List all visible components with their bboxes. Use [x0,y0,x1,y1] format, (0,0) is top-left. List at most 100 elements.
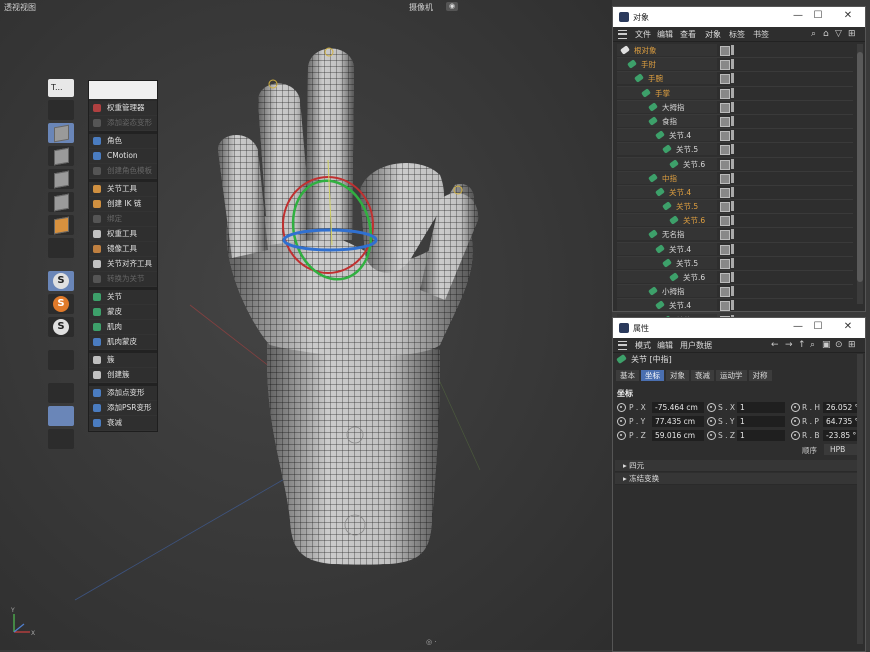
snap-settings-icon[interactable]: S [48,317,74,337]
close-icon[interactable]: ✕ [839,321,857,332]
render-visibility-toggle[interactable] [731,115,734,126]
menu-file[interactable]: 文件 [635,29,651,40]
object-tree-row[interactable]: 关节.6 [617,271,853,286]
menu-item[interactable]: 添加PSR变形 [89,401,157,416]
object-name[interactable]: 关节.5 [676,258,698,269]
object-tree-scrollbar[interactable] [857,44,863,304]
viewport-footer-icon[interactable]: ◎ · [426,638,437,646]
render-visibility-toggle[interactable] [731,144,734,155]
minimize-icon[interactable]: — [789,10,807,21]
scale-field[interactable]: 1 [737,430,785,441]
object-name[interactable]: 食指 [662,116,677,127]
menu-item[interactable]: 关节 [89,290,157,305]
attribute-manager-titlebar[interactable]: 属性 — ☐ ✕ [613,318,865,338]
position-field[interactable]: 77.435 cm [652,416,704,427]
close-icon[interactable]: ✕ [839,10,857,21]
render-visibility-toggle[interactable] [731,101,734,112]
grid-mode-icon[interactable] [48,429,74,449]
lock-icon[interactable]: ▣ [822,340,831,350]
render-visibility-toggle[interactable] [731,73,734,84]
cube-points-icon[interactable] [48,192,74,212]
forward-arrow-icon[interactable]: → [785,340,793,350]
menu-item[interactable]: 关节对齐工具 [89,257,157,272]
rotation-order-select[interactable]: HPB [824,444,858,455]
visibility-checkbox[interactable] [720,287,730,298]
render-visibility-toggle[interactable] [731,272,734,282]
object-name[interactable]: 关节.4 [669,300,691,311]
menu-item[interactable]: 关节工具 [89,182,157,197]
visibility-checkbox[interactable] [720,273,730,283]
object-tree-row[interactable]: 关节.4 [617,185,853,201]
render-visibility-toggle[interactable] [731,300,734,311]
object-name[interactable]: 关节.6 [683,159,705,170]
render-visibility-toggle[interactable] [731,158,734,169]
object-name[interactable]: 手掌 [655,88,670,99]
object-tree-row[interactable]: 关节.6 [617,157,853,172]
rotation-keyframe-icon[interactable] [791,431,800,440]
object-name[interactable]: 关节.5 [676,201,698,212]
scale-keyframe-icon[interactable] [707,403,716,412]
menu-view[interactable]: 查看 [680,29,696,40]
object-name[interactable]: 手腕 [648,73,663,84]
object-tree-row[interactable]: 关节.5 [617,256,853,271]
menu-bookmarks[interactable]: 书签 [753,29,769,40]
visibility-checkbox[interactable] [720,131,730,142]
object-name[interactable]: 小拇指 [662,286,685,297]
menu-tags[interactable]: 标签 [729,29,745,40]
object-tree-row[interactable]: 中指 [617,171,853,186]
home-icon[interactable]: ⌂ [823,29,829,39]
object-tree-row[interactable]: 手腕 [617,72,853,87]
tab-2[interactable]: 对象 [666,370,689,381]
menu-item[interactable]: 权重管理器 [89,101,157,116]
menu-item[interactable]: 绑定 [89,212,157,227]
menu-object[interactable]: 对象 [705,29,721,40]
position-keyframe-icon[interactable] [617,403,626,412]
visibility-checkbox[interactable] [720,202,730,213]
object-tree-row[interactable]: 关节.4 [617,299,853,314]
object-tree-row[interactable]: 关节.4 [617,129,853,144]
object-tree[interactable]: 根对象 手肘 手腕 手掌 大拇指 食指 关节.4 关节.5 关节.6 中指 关节.4 关节.5 关节.6… [617,44,853,328]
tab-3[interactable]: 衰减 [691,370,714,381]
menu-item[interactable]: 蒙皮 [89,305,157,320]
object-tree-row[interactable]: 手肘 [617,58,853,73]
render-visibility-toggle[interactable] [731,257,734,268]
object-tree-row[interactable]: 大拇指 [617,100,853,115]
search-icon[interactable]: ⌕ [810,340,815,350]
menu-search-field[interactable] [89,81,157,99]
orange-cube-icon[interactable] [48,215,74,235]
render-visibility-toggle[interactable] [731,243,734,254]
menu-item[interactable]: 角色 [89,134,157,149]
render-visibility-toggle[interactable] [731,130,734,141]
visibility-checkbox[interactable] [720,159,730,170]
visibility-checkbox[interactable] [720,187,730,198]
menu-item[interactable]: 创建簇 [89,368,157,383]
render-visibility-toggle[interactable] [731,59,734,70]
menu-item[interactable]: 创建角色模板 [89,164,157,179]
menu-item[interactable]: 衰减 [89,416,157,431]
filter-icon[interactable]: ▽ [835,29,842,39]
object-tree-row[interactable]: 关节.5 [617,200,853,215]
object-manager-titlebar[interactable]: 对象 — ☐ ✕ [613,7,865,27]
menu-edit[interactable]: 编辑 [657,340,673,351]
attribute-scrollbar[interactable] [857,354,863,644]
object-name[interactable]: 关节.5 [676,144,698,155]
visibility-checkbox[interactable] [720,230,730,241]
object-name[interactable]: 关节.4 [669,130,691,141]
cube-object-icon[interactable] [48,123,74,143]
minimize-icon[interactable]: — [789,321,807,332]
visibility-checkbox[interactable] [720,301,730,312]
menu-item[interactable]: 创建 IK 链 [89,197,157,212]
object-tree-row[interactable]: 关节.6 [617,214,853,229]
menu-item[interactable]: CMotion [89,149,157,164]
new-window-icon[interactable]: ⊞ [848,340,856,350]
visibility-checkbox[interactable] [720,60,730,71]
object-name[interactable]: 关节.6 [683,272,705,283]
hamburger-menu-icon[interactable] [618,30,627,39]
rotation-keyframe-icon[interactable] [791,403,800,412]
visibility-checkbox[interactable] [720,46,730,56]
maximize-icon[interactable]: ☐ [809,321,827,332]
object-tree-row[interactable]: 手掌 [617,86,853,101]
group-freeze-transform[interactable]: ▸ 冻结变换 [615,473,860,485]
visibility-checkbox[interactable] [720,258,730,269]
tab-1[interactable]: 坐标 [641,370,664,381]
